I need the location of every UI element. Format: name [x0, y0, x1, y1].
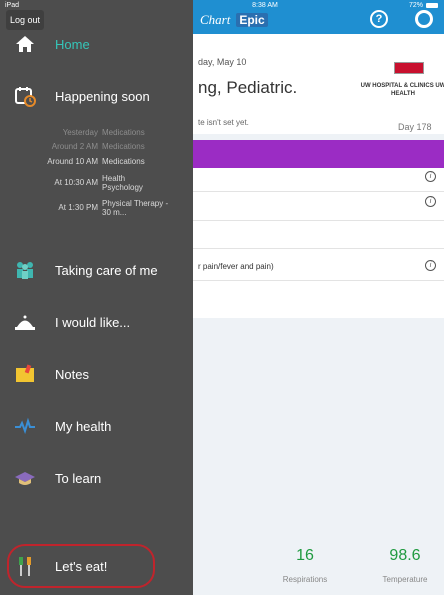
schedule-time: At 1:30 PM — [58, 203, 98, 212]
schedule-time: Around 2 AM — [51, 142, 98, 151]
device-status: iPad — [5, 2, 20, 9]
schedule-item[interactable]: At 10:30 AM Health Psychology — [0, 174, 178, 196]
schedule-title: Medications — [102, 128, 145, 137]
menu-label: Happening soon — [55, 88, 150, 104]
battery-indicator: 72% — [409, 2, 438, 9]
menu-item-i-would-like[interactable]: I would like... — [0, 302, 193, 342]
menu-label: Notes — [55, 366, 89, 382]
help-icon[interactable]: ? — [370, 10, 388, 28]
menu-item-taking-care[interactable]: Taking care of me — [0, 250, 193, 290]
discharge-status: te isn't set yet. — [198, 118, 249, 127]
menu-item-notes[interactable]: Notes — [0, 354, 193, 394]
info-icon[interactable]: i — [425, 196, 436, 207]
battery-percent: 72% — [408, 2, 423, 9]
date-text: day, May 10 — [198, 57, 247, 67]
schedule-item[interactable]: Around 2 AM Medications — [0, 142, 178, 154]
respirations-label: Respirations — [282, 575, 328, 584]
menu-item-to-learn[interactable]: To learn — [0, 458, 193, 498]
side-drawer: iPad Log out Home Happening soon Yesterd… — [0, 0, 193, 595]
row-divider — [190, 280, 444, 281]
row-divider — [190, 248, 444, 249]
menu-item-my-health[interactable]: My health — [0, 406, 193, 446]
greeting: ng, Pediatric. — [198, 78, 298, 97]
schedule-item[interactable]: At 1:30 PM Physical Therapy - 30 m... — [0, 199, 178, 221]
medication-row-text: r pain/fever and pain) — [198, 262, 274, 271]
care-team-icon — [14, 259, 36, 281]
menu-label: My health — [55, 418, 112, 434]
schedule-time: Yesterday — [62, 128, 98, 137]
calendar-clock-icon — [14, 85, 36, 107]
schedule-title: Physical Therapy - 30 m... — [102, 199, 169, 217]
respirations-value: 16 — [296, 547, 314, 564]
temperature-value: 98.6 — [389, 547, 421, 564]
schedule-time: At 10:30 AM — [54, 178, 98, 187]
mychart-logo: Chart — [200, 12, 231, 27]
schedule-title: Health Psychology — [102, 174, 143, 192]
section-header-bar — [190, 140, 444, 168]
day-counter: Day 178 — [398, 122, 432, 132]
menu-label: Taking care of me — [55, 262, 158, 278]
menu-label: To learn — [55, 470, 102, 486]
schedule-title: Medications — [102, 142, 145, 151]
temperature-label: Temperature — [382, 575, 428, 584]
menu-label: I would like... — [55, 314, 131, 330]
heartbeat-icon — [14, 415, 36, 437]
schedule-item[interactable]: Around 10 AM Medications — [0, 157, 178, 169]
schedule-item[interactable]: Yesterday Medications — [0, 128, 178, 140]
info-icon[interactable]: i — [425, 260, 436, 271]
brand-logo: Chart Epic — [200, 12, 268, 28]
service-bell-icon — [14, 311, 36, 333]
status-time: 8:38 AM — [252, 2, 278, 9]
settings-icon[interactable] — [415, 10, 433, 28]
graduation-cap-icon — [14, 467, 36, 489]
menu-item-happening-soon[interactable]: Happening soon — [0, 76, 193, 116]
schedule-time: Around 10 AM — [47, 157, 98, 166]
home-icon — [14, 33, 36, 55]
hospital-name: UW HOSPITAL & CLINICS UW HEALTH — [360, 83, 444, 97]
info-icon[interactable]: i — [425, 171, 436, 182]
highlight-ring — [7, 544, 155, 588]
menu-label: Home — [55, 36, 90, 52]
row-divider — [190, 220, 444, 221]
menu-item-home[interactable]: Home — [0, 24, 193, 64]
schedule-title: Medications — [102, 157, 145, 166]
row-divider — [190, 191, 444, 192]
epic-logo: Epic — [236, 13, 268, 27]
battery-icon — [426, 3, 438, 8]
hospital-logo — [394, 62, 424, 74]
notes-icon — [14, 363, 36, 385]
